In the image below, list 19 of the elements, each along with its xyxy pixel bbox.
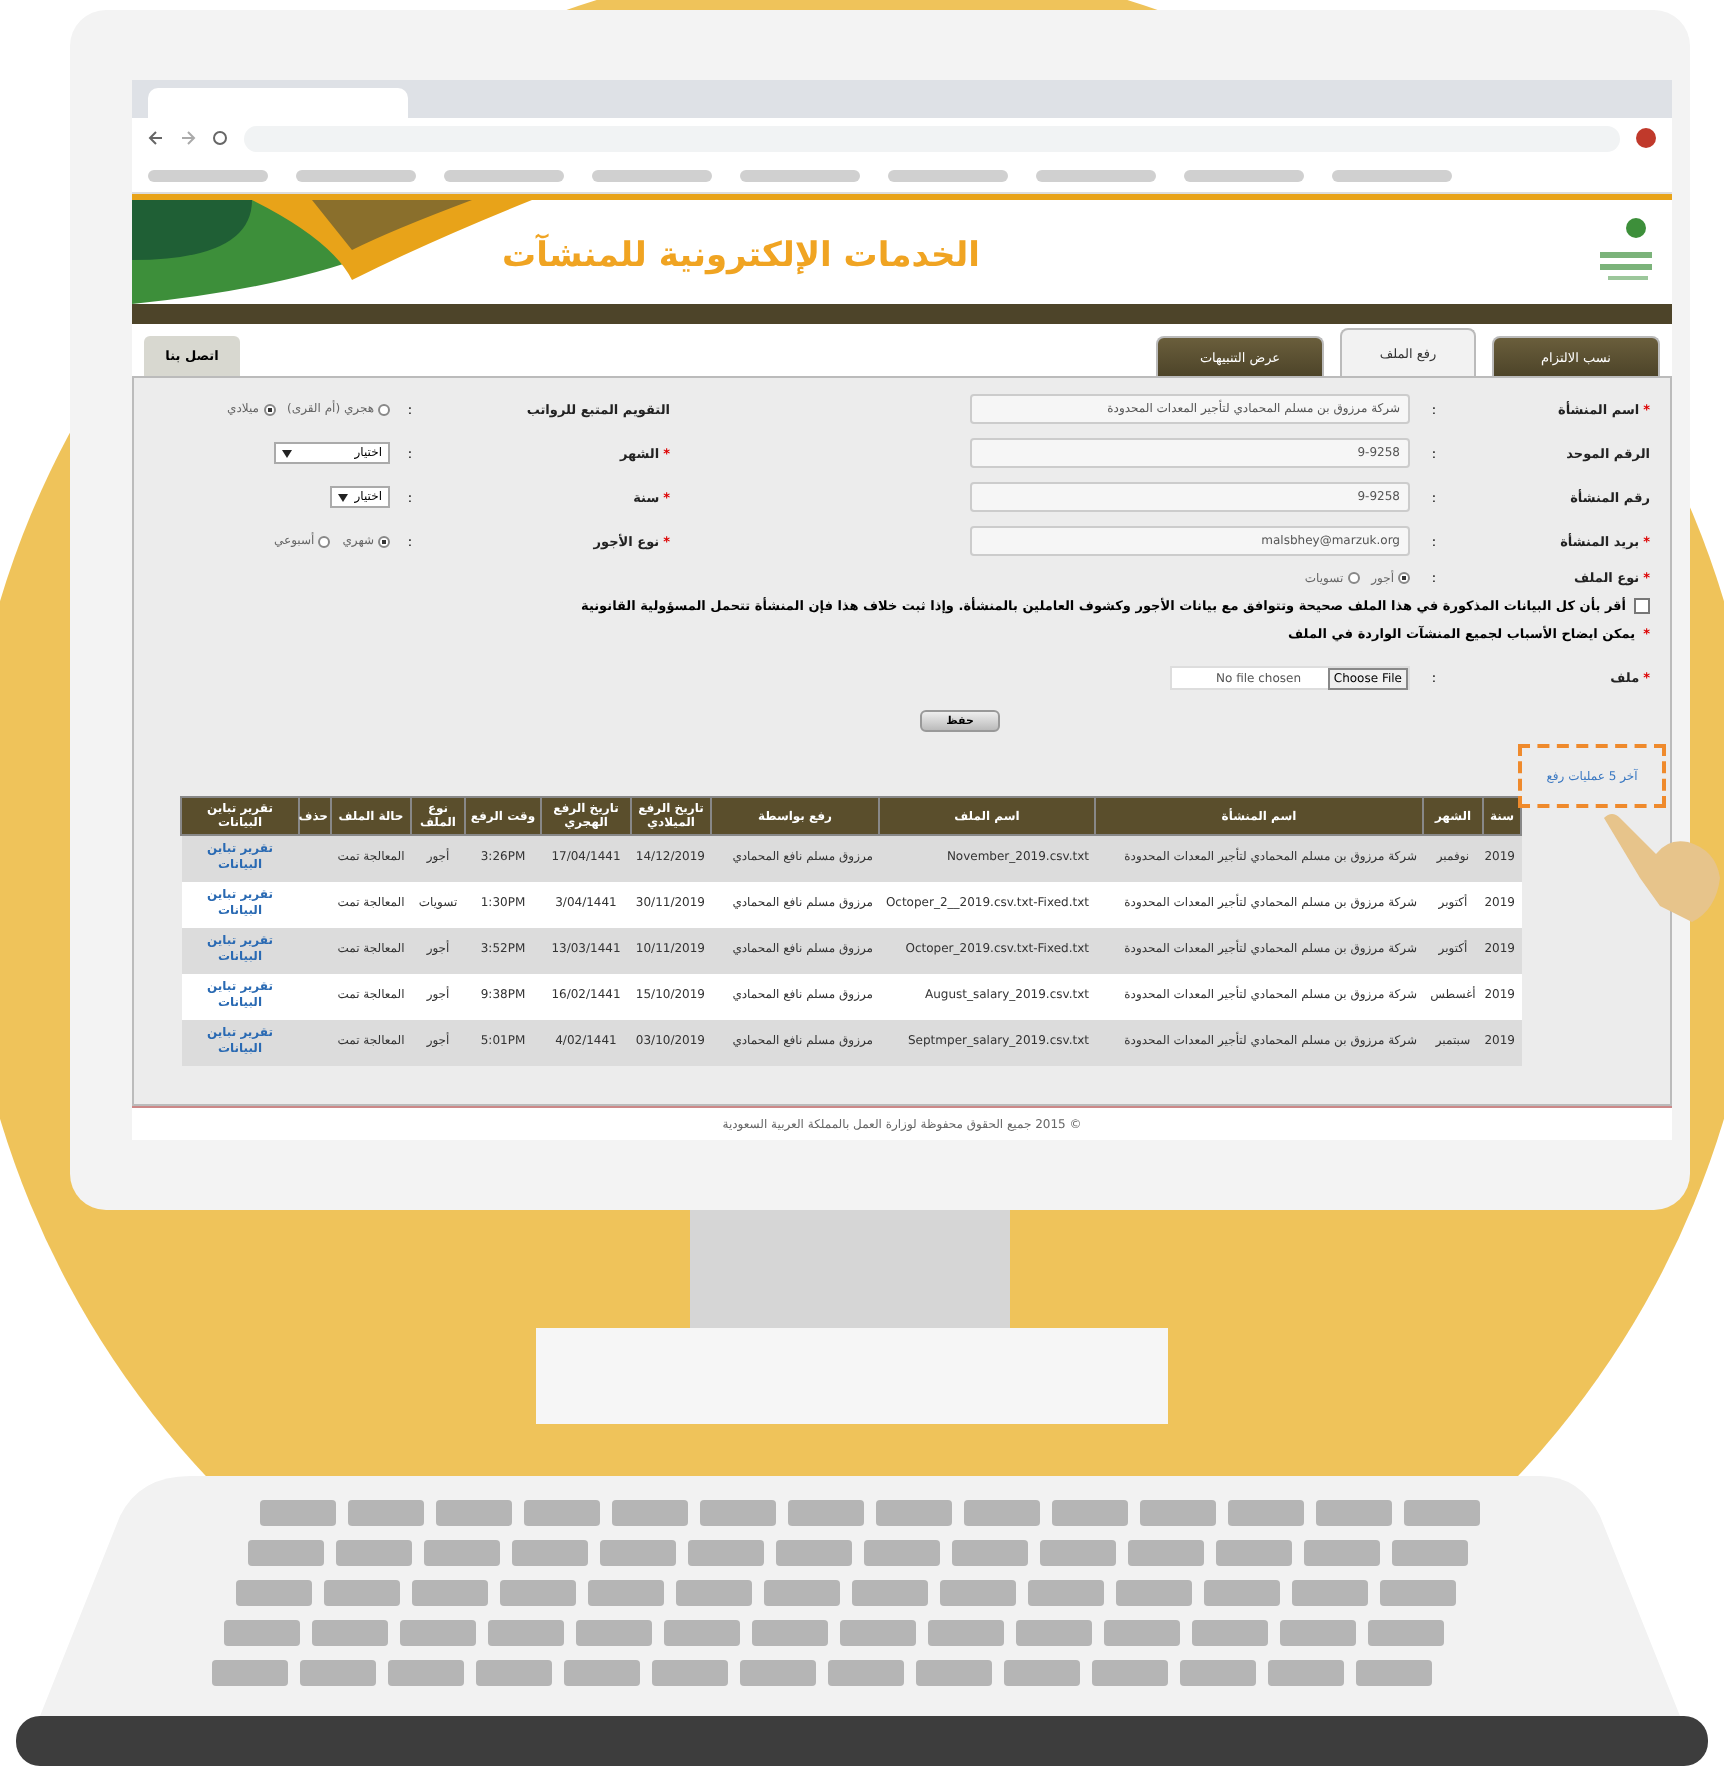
forward-icon[interactable] <box>180 130 196 146</box>
profile-icon[interactable] <box>1636 128 1656 148</box>
bookmark-item[interactable] <box>740 169 860 181</box>
caret-icon <box>338 493 348 501</box>
site-title: الخدمات الإلكترونية للمنشآت <box>502 236 981 276</box>
bookmark-item[interactable] <box>1036 169 1156 181</box>
bookmark-item[interactable] <box>1184 169 1304 181</box>
bookmark-item[interactable] <box>1332 169 1452 181</box>
bookmark-item[interactable] <box>148 169 268 181</box>
browser-tab[interactable] <box>148 88 408 118</box>
caret-icon <box>282 449 292 457</box>
bookmark-item[interactable] <box>888 169 1008 181</box>
reload-icon[interactable] <box>212 130 228 146</box>
back-icon[interactable] <box>148 130 164 146</box>
bookmark-item[interactable] <box>444 169 564 181</box>
pointing-hand-drawing <box>1600 810 1724 926</box>
bookmark-item[interactable] <box>296 169 416 181</box>
checkbox[interactable] <box>1634 598 1650 614</box>
bookmark-item[interactable] <box>592 169 712 181</box>
